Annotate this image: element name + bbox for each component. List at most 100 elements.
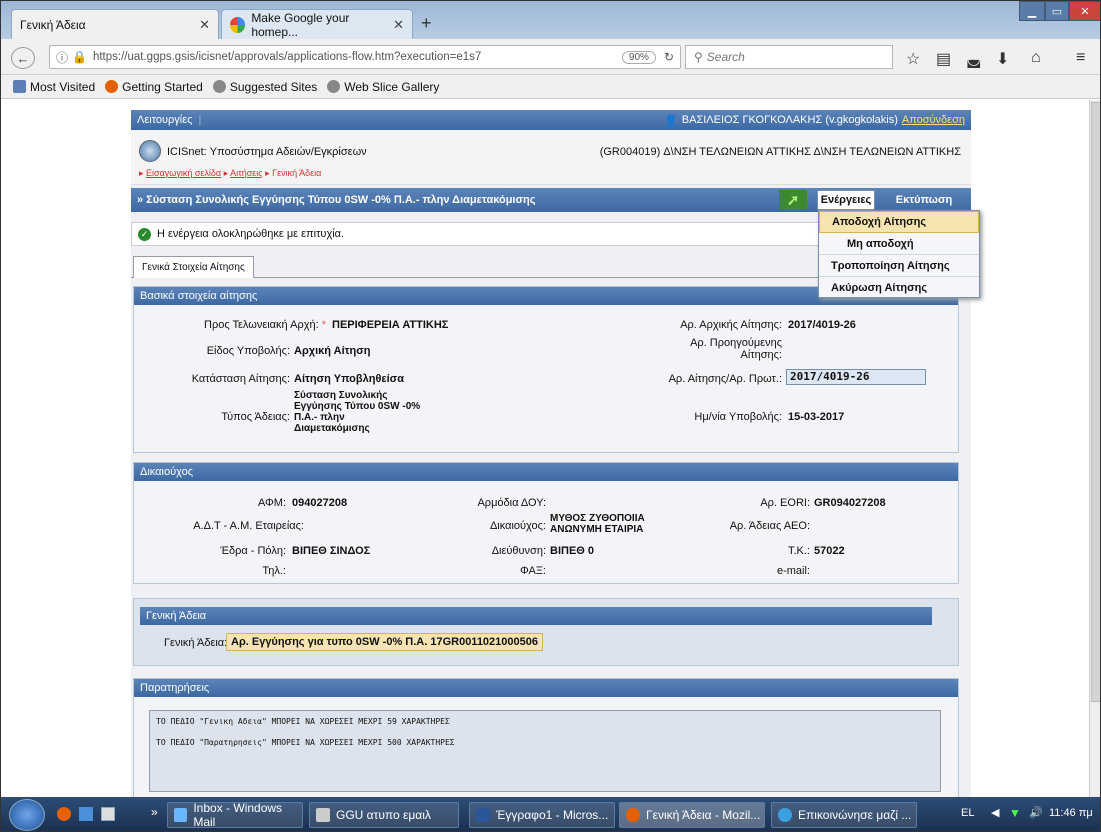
- license-label: Γενική Άδεια:: [164, 637, 228, 649]
- chevron-right-icon[interactable]: »: [151, 805, 158, 819]
- app-header: ICISnet: Υποσύστημα Αδειών/Εγκρίσεων (GR…: [131, 130, 971, 185]
- browser-window: Γενική Άδεια ✕ Make Google your homep...…: [0, 0, 1101, 832]
- search-icon: ⚲: [694, 50, 703, 64]
- functions-menu[interactable]: Λειτουργίες: [137, 114, 192, 126]
- taskbar-ggu[interactable]: GGU ατυπο εμαιλ: [309, 802, 459, 828]
- scroll-thumb[interactable]: [1091, 102, 1100, 702]
- bookmarks-bar: Most Visited Getting Started Suggested S…: [1, 75, 1100, 99]
- reload-icon[interactable]: ↻: [664, 50, 674, 64]
- nav-bar: ← ⓘ 🔒 https://uat.ggps.gsis/icisnet/appr…: [1, 39, 1100, 75]
- bookmark-most-visited[interactable]: Most Visited: [13, 80, 95, 94]
- menu-accept[interactable]: Αποδοχή Αίτησης: [819, 211, 979, 233]
- app-number-field[interactable]: 2017/4019-26: [786, 369, 926, 385]
- license-type-value: Σύσταση Συνολικής Εγγύησης Τύπου 0SW -0%…: [294, 390, 421, 434]
- city-label: Έδρα - Πόλη:: [220, 545, 286, 557]
- tab-label: Γενική Άδεια: [20, 17, 86, 32]
- clock[interactable]: 11:46 πμ: [1049, 807, 1093, 819]
- volume-icon[interactable]: 🔊: [1029, 806, 1043, 819]
- city-value: ΒΙΠΕΘ ΣΙΝΔΟΣ: [292, 545, 371, 557]
- taskbar-ie[interactable]: Επικοινώνησε μαζί ...: [771, 802, 917, 828]
- license-header: Γενική Άδεια: [140, 607, 932, 625]
- start-button[interactable]: [9, 799, 45, 831]
- bookmark-getting-started[interactable]: Getting Started: [105, 80, 203, 94]
- info-icon: ⓘ: [56, 50, 69, 65]
- tab-label: Make Google your homep...: [251, 10, 350, 39]
- holder-value: ΜΥΘΟΣ ΖΥΘΟΠΟΙΙΑ ΑΝΩΝΥΜΗ ΕΤΑΙΡΙΑ: [550, 513, 645, 535]
- bookmark-web-slice[interactable]: Web Slice Gallery: [327, 80, 439, 94]
- globe-icon: [212, 80, 226, 93]
- menu-icon[interactable]: ≡: [1076, 49, 1085, 67]
- breadcrumb-applications[interactable]: Αιτήσεις: [230, 168, 262, 178]
- taskbar-inbox[interactable]: Inbox - Windows Mail: [167, 801, 303, 829]
- pocket-icon[interactable]: ◛: [966, 49, 982, 69]
- doy-label: Αρμόδια ΔΟΥ:: [477, 497, 546, 509]
- icisnet-logo-icon: [139, 140, 161, 162]
- explorer-icon[interactable]: [79, 807, 93, 821]
- minimize-icon[interactable]: ▁: [1019, 1, 1045, 21]
- maximize-icon[interactable]: ▭: [1045, 1, 1069, 21]
- close-tab-icon[interactable]: ✕: [393, 17, 404, 33]
- language-indicator[interactable]: EL: [961, 807, 974, 819]
- zoom-indicator[interactable]: 90%: [621, 50, 656, 64]
- print-button[interactable]: Εκτύπωση: [879, 190, 969, 210]
- afm-value: 094027208: [292, 497, 348, 509]
- page-viewport: Λειτουργίες | 👤 ΒΑΣΙΛΕΙΟΣ ΓΚΟΓΚΟΛΑΚΗΣ (v…: [1, 100, 1089, 800]
- status-label: Κατάσταση Αίτησης:: [191, 373, 290, 385]
- vertical-scrollbar[interactable]: [1089, 100, 1100, 797]
- address-label: Διεύθυνση:: [491, 545, 546, 557]
- url-bar[interactable]: ⓘ 🔒 https://uat.ggps.gsis/icisnet/approv…: [49, 45, 681, 69]
- url-text: https://uat.ggps.gsis/icisnet/approvals/…: [92, 51, 482, 63]
- firefox-icon: [626, 808, 640, 822]
- holder-section: Δικαιούχος ΑΦΜ: 094027208 Αρμόδια ΔΟΥ: Α…: [133, 462, 959, 584]
- close-tab-icon[interactable]: ✕: [199, 17, 210, 33]
- tel-label: Τηλ.:: [262, 565, 286, 577]
- menu-cancel[interactable]: Ακύρωση Αίτησης: [819, 277, 979, 299]
- lock-warning-icon: 🔒: [72, 50, 87, 64]
- afm-label: ΑΦΜ:: [257, 497, 286, 509]
- taskbar-word[interactable]: Έγγραφο1 - Micros...: [469, 802, 615, 828]
- page-title: » Σύσταση Συνολικής Εγγύησης Τύπου 0SW -…: [137, 194, 536, 206]
- google-icon: [230, 16, 246, 33]
- green-arrow-icon[interactable]: ➚: [779, 190, 807, 210]
- breadcrumb-home[interactable]: Εισαγωγική σελίδα: [146, 168, 221, 178]
- prev-app-label: Αρ. Προηγούμενης Αίτησης:: [690, 337, 782, 361]
- network-icon[interactable]: ▼: [1009, 806, 1021, 820]
- back-arrow-icon[interactable]: ←: [11, 47, 35, 69]
- fax-label: ΦΑΞ:: [519, 565, 546, 577]
- tab-google[interactable]: Make Google your homep... ✕: [221, 9, 413, 39]
- customs-label: Προς Τελωνειακή Αρχή:: [204, 319, 319, 331]
- reading-list-icon[interactable]: ▤: [936, 49, 951, 69]
- remarks-textarea[interactable]: ΤΟ ΠΕΔΙΟ "Γενικη Αδεια" ΜΠΟΡΕΙ ΝΑ ΧΩΡΕΣΕ…: [149, 710, 941, 792]
- menu-reject[interactable]: Μη αποδοχή: [819, 233, 979, 255]
- customs-value: ΠΕΡΙΦΕΡΕΙΑ ΑΤΤΙΚΗΣ: [332, 319, 449, 331]
- bookmarks-icon: [13, 80, 26, 93]
- license-value-field[interactable]: Αρ. Εγγύησης για τυπο 0SW -0% Π.Α. 17GR0…: [226, 633, 543, 651]
- desktop-icon[interactable]: [101, 807, 115, 821]
- new-tab-icon[interactable]: +: [421, 13, 432, 34]
- tray-arrow-icon[interactable]: ◀: [991, 806, 999, 819]
- bookmark-suggested-sites[interactable]: Suggested Sites: [212, 80, 317, 94]
- bookmark-star-icon[interactable]: ☆: [906, 49, 920, 69]
- actions-dropdown: Αποδοχή Αίτησης Μη αποδοχή Τροποποίηση Α…: [818, 210, 980, 298]
- download-icon[interactable]: ⬇: [996, 49, 1009, 69]
- tab-general-info[interactable]: Γενικά Στοιχεία Αίτησης: [133, 256, 254, 278]
- tab-general-license[interactable]: Γενική Άδεια ✕: [11, 9, 219, 39]
- user-name: ΒΑΣΙΛΕΙΟΣ ΓΚΟΓΚΟΛΑΚΗΣ (v.gkogkolakis): [681, 114, 898, 126]
- subtype-value: Αρχική Αίτηση: [294, 345, 371, 357]
- logout-link[interactable]: Αποσύνδεση: [902, 114, 965, 126]
- customs-office: (GR004019) Δ\ΝΣΗ ΤΕΛΩΝΕΙΩΝ ΑΤΤΙΚΗΣ Δ\ΝΣΗ…: [599, 146, 961, 158]
- menu-modify[interactable]: Τροποποίηση Αίτησης: [819, 255, 979, 277]
- success-text: Η ενέργεια ολοκληρώθηκε με επιτυχία.: [157, 228, 345, 240]
- firefox-icon[interactable]: [57, 807, 71, 821]
- system-title: ICISnet: Υποσύστημα Αδειών/Εγκρίσεων: [167, 146, 367, 158]
- taskbar-firefox[interactable]: Γενική Άδεια - Mozil...: [619, 802, 765, 828]
- actions-button[interactable]: Ενέργειες: [817, 190, 875, 210]
- license-type-label: Τύπος Άδειας:: [221, 411, 290, 423]
- initial-app-label: Αρ. Αρχικής Αίτησης:: [680, 319, 782, 331]
- home-icon[interactable]: ⌂: [1031, 49, 1041, 67]
- initial-app-value: 2017/4019-26: [788, 319, 856, 331]
- user-icon: 👤: [664, 114, 678, 127]
- search-input[interactable]: ⚲ Search: [685, 45, 893, 69]
- tk-value: 57022: [814, 545, 845, 557]
- close-window-icon[interactable]: ✕: [1069, 1, 1100, 21]
